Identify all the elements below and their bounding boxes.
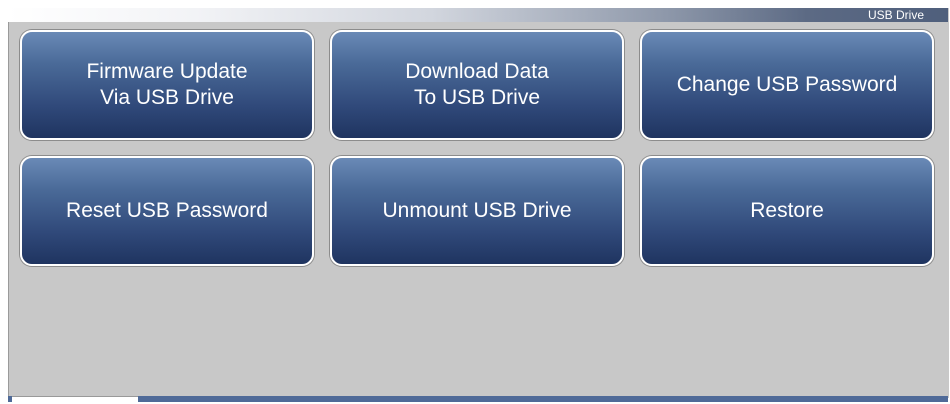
firmware-update-button[interactable]: Firmware Update Via USB Drive: [20, 30, 314, 140]
change-usb-password-button[interactable]: Change USB Password: [640, 30, 934, 140]
restore-label: Restore: [750, 199, 824, 222]
change-usb-password-label: Change USB Password: [676, 73, 898, 96]
title-bar: USB Drive: [8, 8, 948, 22]
reset-usb-password-button[interactable]: Reset USB Password: [20, 156, 314, 266]
download-data-button[interactable]: Download Data To USB Drive: [330, 30, 624, 140]
page-title: USB Drive: [867, 8, 924, 22]
usb-drive-screen: USB Drive Firmware Update Via USB Drive …: [0, 0, 950, 404]
bottom-tab[interactable]: [12, 396, 138, 404]
download-data-label-line2: To USB Drive: [413, 86, 541, 109]
firmware-update-label-line1: Firmware Update: [86, 60, 248, 83]
firmware-update-label: Firmware Update Via USB Drive: [86, 59, 247, 111]
unmount-usb-drive-button[interactable]: Unmount USB Drive: [330, 156, 624, 266]
download-data-label-line1: Download Data: [405, 60, 549, 83]
restore-button[interactable]: Restore: [640, 156, 934, 266]
download-data-label: Download Data To USB Drive: [405, 59, 549, 111]
unmount-usb-drive-label: Unmount USB Drive: [382, 199, 572, 222]
bottom-strip: [8, 396, 948, 402]
reset-usb-password-label: Reset USB Password: [66, 199, 268, 222]
firmware-update-label-line2: Via USB Drive: [100, 86, 234, 109]
